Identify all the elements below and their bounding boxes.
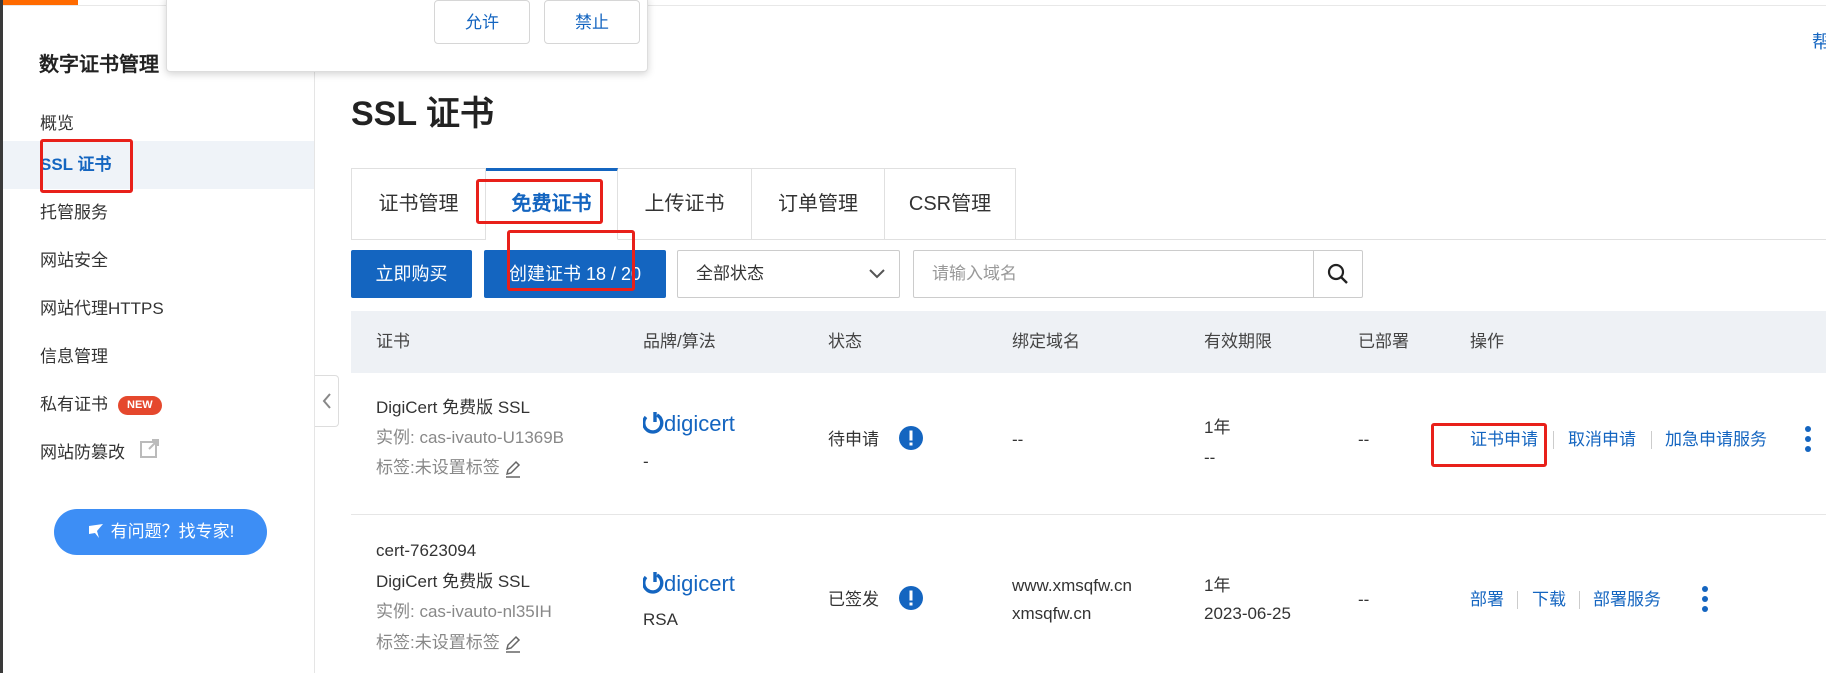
urgent-apply-link[interactable]: 加急申请服务 <box>1665 425 1767 454</box>
cert-name: DigiCert 免费版 SSL <box>376 398 530 417</box>
external-link-icon <box>139 430 161 478</box>
search-icon <box>1327 263 1348 284</box>
cert-validity-date: 2023-06-25 <box>1204 604 1291 623</box>
sidebar-title: 数字证书管理 <box>39 54 159 76</box>
action-separator <box>1553 431 1554 449</box>
status-select-value: 全部状态 <box>696 264 764 283</box>
bird-icon <box>88 524 103 539</box>
cert-instance: 实例: cas-ivauto-nl35IH <box>376 602 552 621</box>
help-button-label: 有问题？找专家! <box>110 522 235 541</box>
sidebar-item-label: 私有证书 <box>40 395 108 414</box>
cert-status: 已签发 <box>828 590 879 609</box>
tab-bar: 证书管理 免费证书 上传证书 订单管理 CSR管理 <box>351 168 1016 240</box>
col-header-brand: 品牌/算法 <box>643 332 716 351</box>
tab-upload-cert[interactable]: 上传证书 <box>618 168 752 240</box>
sidebar-item-info[interactable]: 信息管理 <box>3 333 314 381</box>
chevron-left-icon <box>322 393 331 409</box>
cert-validity-period: 1年 <box>1204 576 1231 595</box>
col-header-actions: 操作 <box>1470 332 1504 351</box>
col-header-domain: 绑定域名 <box>1012 332 1080 351</box>
cert-instance: 实例: cas-ivauto-U1369B <box>376 428 565 447</box>
more-actions-icon[interactable] <box>1804 425 1812 458</box>
permission-popup: 允许 禁止 <box>166 0 648 72</box>
sidebar-item-site-security[interactable]: 网站安全 <box>3 237 314 285</box>
new-badge: NEW <box>118 396 162 416</box>
sidebar: 数字证书管理 概览 SSL 证书 托管服务 网站安全 网站代理HTTPS 信息管… <box>3 6 315 673</box>
deny-button[interactable]: 禁止 <box>544 0 640 44</box>
cert-algo: - <box>643 452 649 471</box>
digicert-logo: digicert <box>642 569 761 604</box>
sidebar-collapse-toggle[interactable] <box>315 375 339 427</box>
cert-deployed: -- <box>1358 430 1370 449</box>
tab-orders[interactable]: 订单管理 <box>752 168 885 240</box>
cert-domain: www.xmsqfw.cn <box>1012 576 1132 595</box>
sidebar-item-proxy-https[interactable]: 网站代理HTTPS <box>3 285 314 333</box>
digicert-wordmark: digicert <box>664 411 735 436</box>
cert-domain: -- <box>1012 430 1024 449</box>
col-header-cert: 证书 <box>376 332 410 351</box>
create-cert-button[interactable]: 创建证书 18 / 20 <box>484 250 666 298</box>
apply-cert-link[interactable]: 证书申请 <box>1470 425 1538 454</box>
table-row: cert-7623094 DigiCert 免费版 SSL 实例: cas-iv… <box>351 515 1826 673</box>
tab-free-cert[interactable]: 免费证书 <box>486 168 618 240</box>
cert-domain: xmsqfw.cn <box>1012 604 1092 623</box>
help-link[interactable]: 帮 <box>1812 28 1826 54</box>
cert-status: 待申请 <box>828 430 879 449</box>
tabs-baseline <box>1015 239 1826 240</box>
info-icon[interactable] <box>898 585 924 616</box>
cert-validity-period: 1年 <box>1204 418 1231 437</box>
sidebar-item-ssl[interactable]: SSL 证书 <box>3 141 314 189</box>
sidebar-item-tamper[interactable]: 网站防篡改 <box>3 429 314 477</box>
deploy-link[interactable]: 部署 <box>1470 585 1504 614</box>
chevron-down-icon <box>869 269 885 279</box>
edit-icon[interactable] <box>504 635 522 653</box>
allow-button[interactable]: 允许 <box>434 0 530 44</box>
buy-now-button[interactable]: 立即购买 <box>351 250 472 298</box>
more-actions-icon[interactable] <box>1701 585 1709 618</box>
col-header-deployed: 已部署 <box>1358 332 1409 351</box>
col-header-status: 状态 <box>828 332 862 351</box>
cert-tag-label: 标签:未设置标签 <box>376 633 500 652</box>
download-link[interactable]: 下载 <box>1532 585 1566 614</box>
cert-id: cert-7623094 <box>376 541 477 560</box>
cert-tag: 标签:未设置标签 <box>376 628 522 657</box>
status-select[interactable]: 全部状态 <box>677 250 900 298</box>
tab-cert-management[interactable]: 证书管理 <box>351 168 486 240</box>
page-title: SSL 证书 <box>351 95 494 133</box>
info-icon[interactable] <box>898 425 924 456</box>
cert-tag-label: 标签:未设置标签 <box>376 458 500 477</box>
cert-validity-date: -- <box>1204 448 1216 467</box>
action-separator <box>1517 591 1518 609</box>
digicert-logo: digicert <box>642 409 761 444</box>
window-edge <box>0 0 3 673</box>
sidebar-item-hosting[interactable]: 托管服务 <box>3 189 314 237</box>
cert-tag: 标签:未设置标签 <box>376 453 522 482</box>
cert-deployed: -- <box>1358 590 1370 609</box>
digicert-wordmark: digicert <box>664 571 735 596</box>
cert-algo: RSA <box>643 610 678 629</box>
sidebar-item-private-cert[interactable]: 私有证书 NEW <box>3 381 314 429</box>
col-header-validity: 有效期限 <box>1204 332 1272 351</box>
search-button[interactable] <box>1313 250 1363 298</box>
edit-icon[interactable] <box>504 460 522 478</box>
help-expert-button[interactable]: 有问题？找专家! <box>54 509 267 555</box>
cancel-apply-link[interactable]: 取消申请 <box>1568 425 1636 454</box>
action-separator <box>1651 431 1652 449</box>
action-separator <box>1579 591 1580 609</box>
domain-search-input[interactable] <box>913 250 1314 298</box>
cert-name: DigiCert 免费版 SSL <box>376 572 530 591</box>
tab-csr[interactable]: CSR管理 <box>885 168 1016 240</box>
table-row: DigiCert 免费版 SSL 实例: cas-ivauto-U1369B 标… <box>351 373 1826 515</box>
table-header: 证书 品牌/算法 状态 绑定域名 有效期限 已部署 操作 <box>351 311 1826 373</box>
deploy-service-link[interactable]: 部署服务 <box>1593 585 1661 614</box>
sidebar-item-label: 网站防篡改 <box>40 443 125 462</box>
